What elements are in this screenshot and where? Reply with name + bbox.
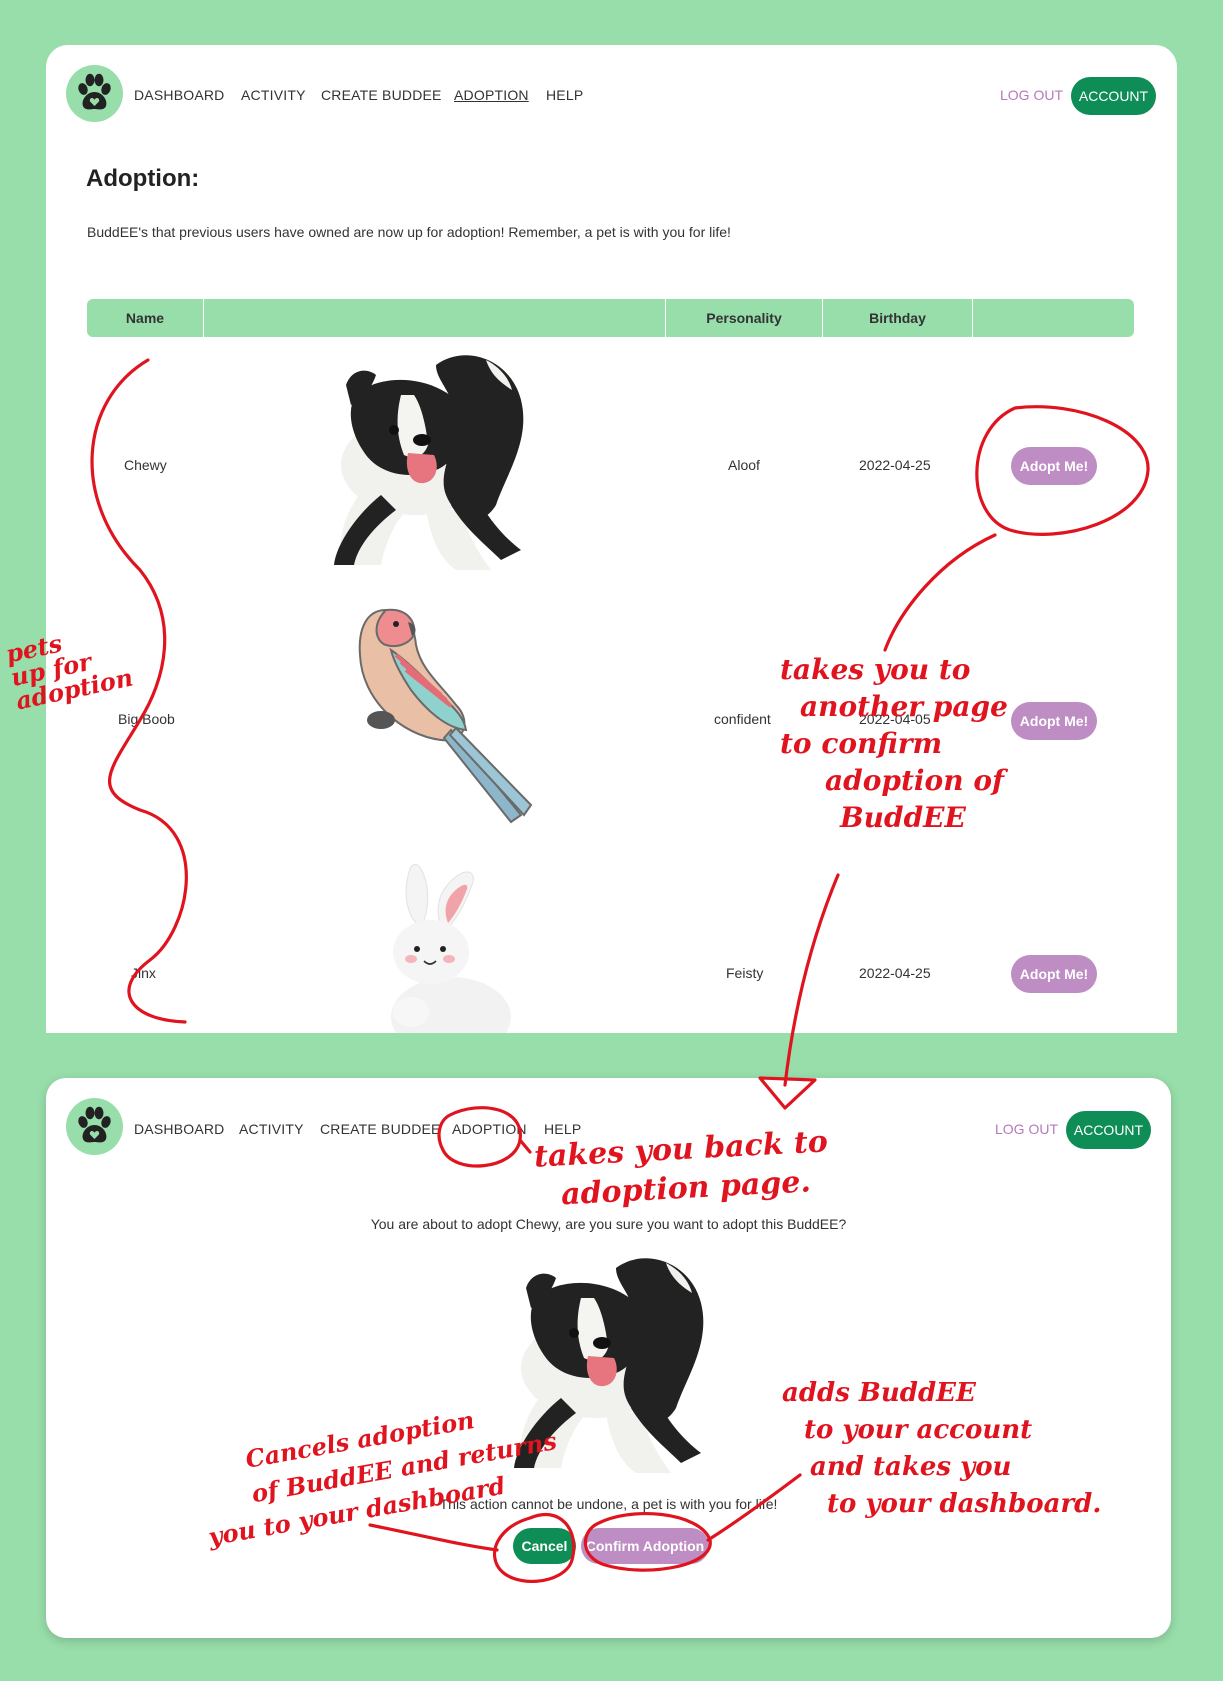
paw-logo-icon[interactable]	[66, 1098, 123, 1155]
pet-personality: confident	[714, 711, 771, 727]
adopt-me-button[interactable]: Adopt Me!	[1011, 447, 1097, 485]
nav-create-buddee[interactable]: CREATE BUDDEE	[320, 1121, 441, 1137]
page-intro: BuddEE's that previous users have owned …	[87, 224, 731, 240]
nav-activity[interactable]: ACTIVITY	[239, 1121, 304, 1137]
white-bunny-image	[351, 857, 551, 1033]
pet-name: Big Boob	[118, 711, 175, 727]
cancel-button[interactable]: Cancel	[513, 1528, 576, 1564]
pet-personality: Feisty	[726, 965, 764, 981]
nav-help[interactable]: HELP	[546, 87, 583, 103]
table-header: Name Personality Birthday	[87, 299, 1134, 337]
pet-name: Jinx	[131, 965, 156, 981]
confirm-adoption-button[interactable]: Confirm Adoption	[581, 1528, 709, 1564]
nav-activity[interactable]: ACTIVITY	[241, 87, 306, 103]
annotation-adoption-nav: takes you back to adoption page.	[533, 1124, 829, 1213]
adopt-me-button[interactable]: Adopt Me!	[1011, 702, 1097, 740]
nav-create-buddee[interactable]: CREATE BUDDEE	[321, 87, 442, 103]
nav-dashboard[interactable]: DASHBOARD	[134, 1121, 224, 1137]
adoption-page-screenshot: DASHBOARD ACTIVITY CREATE BUDDEE ADOPTIO…	[46, 45, 1177, 1033]
column-image	[203, 299, 665, 337]
page-title: Adoption:	[86, 165, 200, 192]
border-collie-dog-image	[296, 345, 566, 585]
annotation-adopt-button: takes you to another page to confirm ado…	[780, 653, 1008, 834]
column-action	[972, 299, 1134, 337]
confirm-question: You are about to adopt Chewy, are you su…	[370, 1216, 847, 1232]
annotation-confirm-button: adds BuddEE to your account and takes yo…	[782, 1378, 1102, 1519]
account-button[interactable]: ACCOUNT	[1066, 1111, 1151, 1149]
account-button[interactable]: ACCOUNT	[1071, 77, 1156, 115]
pink-parrot-image	[346, 600, 546, 840]
column-name: Name	[125, 310, 165, 326]
nav-adoption[interactable]: ADOPTION	[454, 87, 529, 103]
nav-adoption[interactable]: ADOPTION	[452, 1121, 527, 1137]
column-birthday: Birthday	[822, 299, 972, 337]
logout-link[interactable]: LOG OUT	[1000, 87, 1063, 103]
adopt-me-button[interactable]: Adopt Me!	[1011, 955, 1097, 993]
pet-personality: Aloof	[728, 457, 760, 473]
logout-link[interactable]: LOG OUT	[995, 1121, 1058, 1137]
pet-name: Chewy	[124, 457, 167, 473]
pet-birthday: 2022-04-25	[859, 965, 931, 981]
pet-birthday: 2022-04-25	[859, 457, 931, 473]
column-personality: Personality	[665, 299, 822, 337]
paw-logo-icon[interactable]	[66, 65, 123, 122]
nav-dashboard[interactable]: DASHBOARD	[134, 87, 224, 103]
